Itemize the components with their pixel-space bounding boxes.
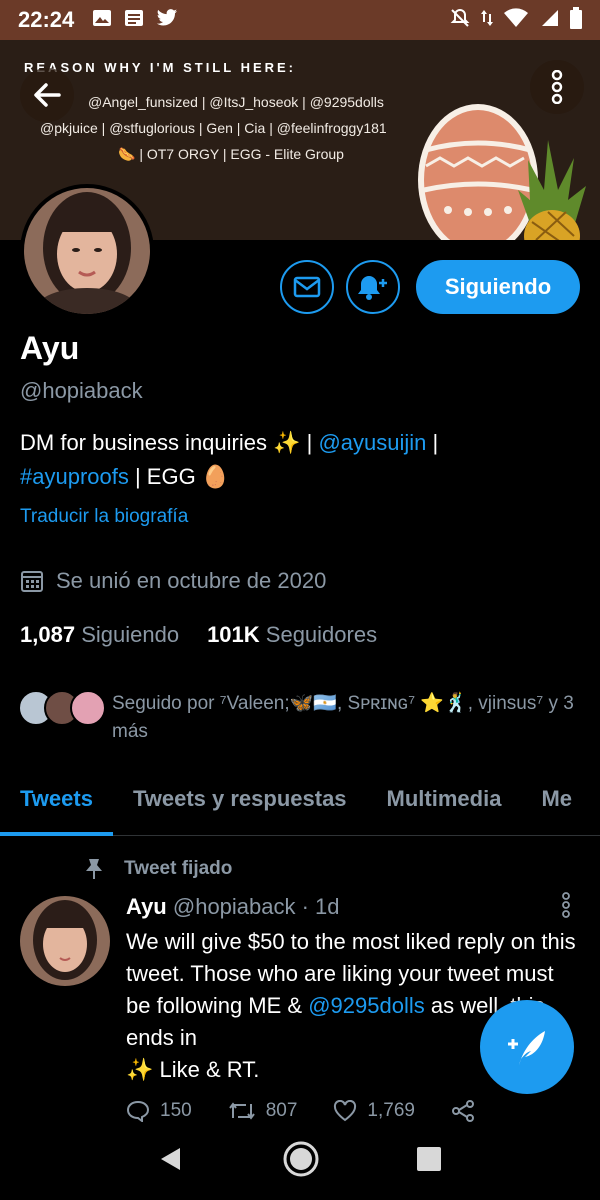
tweet-text-3: ✨ Like & RT.	[126, 1057, 260, 1082]
like-count: 1,769	[367, 1100, 415, 1121]
data-arrows-icon	[480, 8, 494, 33]
circle-home-icon	[283, 1141, 319, 1176]
share-button[interactable]	[451, 1100, 475, 1122]
tweet-avatar[interactable]	[20, 896, 110, 986]
follow-stats: 1,087 Siguiendo 101K Seguidores	[20, 622, 377, 648]
pin-icon	[86, 859, 102, 879]
more-vertical-icon	[562, 892, 570, 918]
tab-tweets-replies[interactable]: Tweets y respuestas	[113, 766, 367, 835]
calendar-icon	[21, 571, 43, 592]
bell-plus-icon	[358, 276, 387, 300]
followers-stat[interactable]: 101K Seguidores	[207, 622, 377, 648]
mutual-avatar	[70, 690, 106, 726]
mail-icon	[293, 276, 321, 298]
profile-avatar[interactable]	[20, 184, 154, 318]
translate-bio-link[interactable]: Traducir la biografía	[20, 506, 188, 528]
bio-mention-link[interactable]: @ayusuijin	[318, 430, 426, 455]
twitter-bird-icon	[156, 8, 178, 33]
banner-line-2: @pkjuice | @stfuglorious | Gen | Cia | @…	[40, 120, 387, 136]
tweet-mention-link[interactable]: @9295dolls	[308, 993, 425, 1018]
profile-tabs: Tweets Tweets y respuestas Multimedia Me	[0, 766, 600, 836]
bio-text-3: | EGG 🥚	[128, 464, 230, 489]
tab-likes[interactable]: Me	[521, 766, 592, 835]
followers-count: 101K	[207, 622, 260, 647]
tweet-author-name: Ayu	[126, 894, 167, 919]
tweet-more-button[interactable]	[560, 892, 572, 923]
back-button[interactable]	[20, 68, 74, 122]
tweet-header: Ayu @hopiaback · 1d	[126, 894, 340, 920]
message-button[interactable]	[280, 260, 334, 314]
profile-bio: DM for business inquiries ✨ | @ayusuijin…	[20, 426, 580, 494]
banner-line-1: @Angel_funsized | @ItsJ_hoseok | @9295do…	[88, 94, 384, 110]
tweet-handle-time: @hopiaback · 1d	[172, 894, 340, 919]
following-label: Siguiendo	[81, 622, 180, 647]
bio-text-1: DM for business inquiries ✨ |	[20, 430, 319, 455]
square-recents-icon	[417, 1146, 441, 1171]
retweet-count: 807	[265, 1100, 298, 1121]
reply-button[interactable]: 150	[126, 1100, 192, 1122]
pinned-text: Tweet fijado	[124, 858, 233, 879]
avatar-photo	[20, 896, 110, 986]
share-icon	[451, 1100, 474, 1122]
following-button[interactable]: Siguiendo	[416, 260, 580, 314]
joined-date: Se unió en octubre de 2020	[20, 568, 326, 594]
notifications-button[interactable]	[346, 260, 400, 314]
more-vertical-icon	[551, 70, 563, 104]
profile-handle: @hopiaback	[20, 378, 143, 403]
triangle-back-icon	[161, 1147, 180, 1170]
banner-line-3: 🌭 | OT7 ORGY | EGG - Elite Group	[118, 146, 344, 162]
compose-tweet-button[interactable]	[480, 1000, 574, 1094]
image-icon	[92, 8, 112, 33]
status-bar: 22:24	[0, 0, 600, 40]
status-time: 22:24	[18, 7, 75, 32]
avatar-photo	[24, 188, 150, 314]
nav-back-button[interactable]	[158, 1145, 186, 1178]
bio-text-2: |	[426, 430, 439, 455]
bio-hashtag-link[interactable]: #ayuproofs	[20, 464, 129, 489]
battery-icon	[570, 6, 582, 34]
heart-icon	[334, 1100, 357, 1122]
tweet-actions: 150 807 1,769	[126, 1100, 526, 1122]
news-icon	[124, 8, 144, 33]
following-count: 1,087	[20, 622, 76, 647]
more-options-button[interactable]	[530, 60, 584, 114]
wifi-icon	[504, 7, 528, 33]
like-button[interactable]: 1,769	[333, 1100, 415, 1122]
followed-by-avatars[interactable]	[18, 690, 106, 726]
reply-count: 150	[160, 1100, 192, 1121]
reply-icon	[126, 1100, 150, 1122]
pinned-label: Tweet fijado	[84, 858, 232, 880]
tab-media[interactable]: Multimedia	[367, 766, 522, 835]
tab-tweets[interactable]: Tweets	[0, 766, 113, 836]
compose-feather-icon	[508, 1031, 545, 1065]
nav-recents-button[interactable]	[416, 1146, 442, 1177]
joined-text: Se unió en octubre de 2020	[56, 568, 327, 593]
retweet-button[interactable]: 807	[228, 1100, 298, 1122]
mute-icon	[450, 8, 470, 33]
android-nav-bar	[0, 1122, 600, 1200]
signal-icon	[538, 8, 560, 33]
retweet-icon	[228, 1102, 255, 1120]
back-arrow-icon	[34, 83, 61, 107]
nav-home-button[interactable]	[282, 1140, 320, 1183]
banner-heading: REASON WHY I'M STILL HERE:	[24, 60, 297, 75]
followed-by-text[interactable]: Seguido por ⁷Valeen;🦋🇦🇷, Sᴘʀɪɴɢ⁷ ⭐🕺, vji…	[112, 690, 582, 746]
profile-name: Ayu	[20, 330, 80, 366]
following-stat[interactable]: 1,087 Siguiendo	[20, 622, 179, 648]
followers-label: Seguidores	[265, 622, 378, 647]
